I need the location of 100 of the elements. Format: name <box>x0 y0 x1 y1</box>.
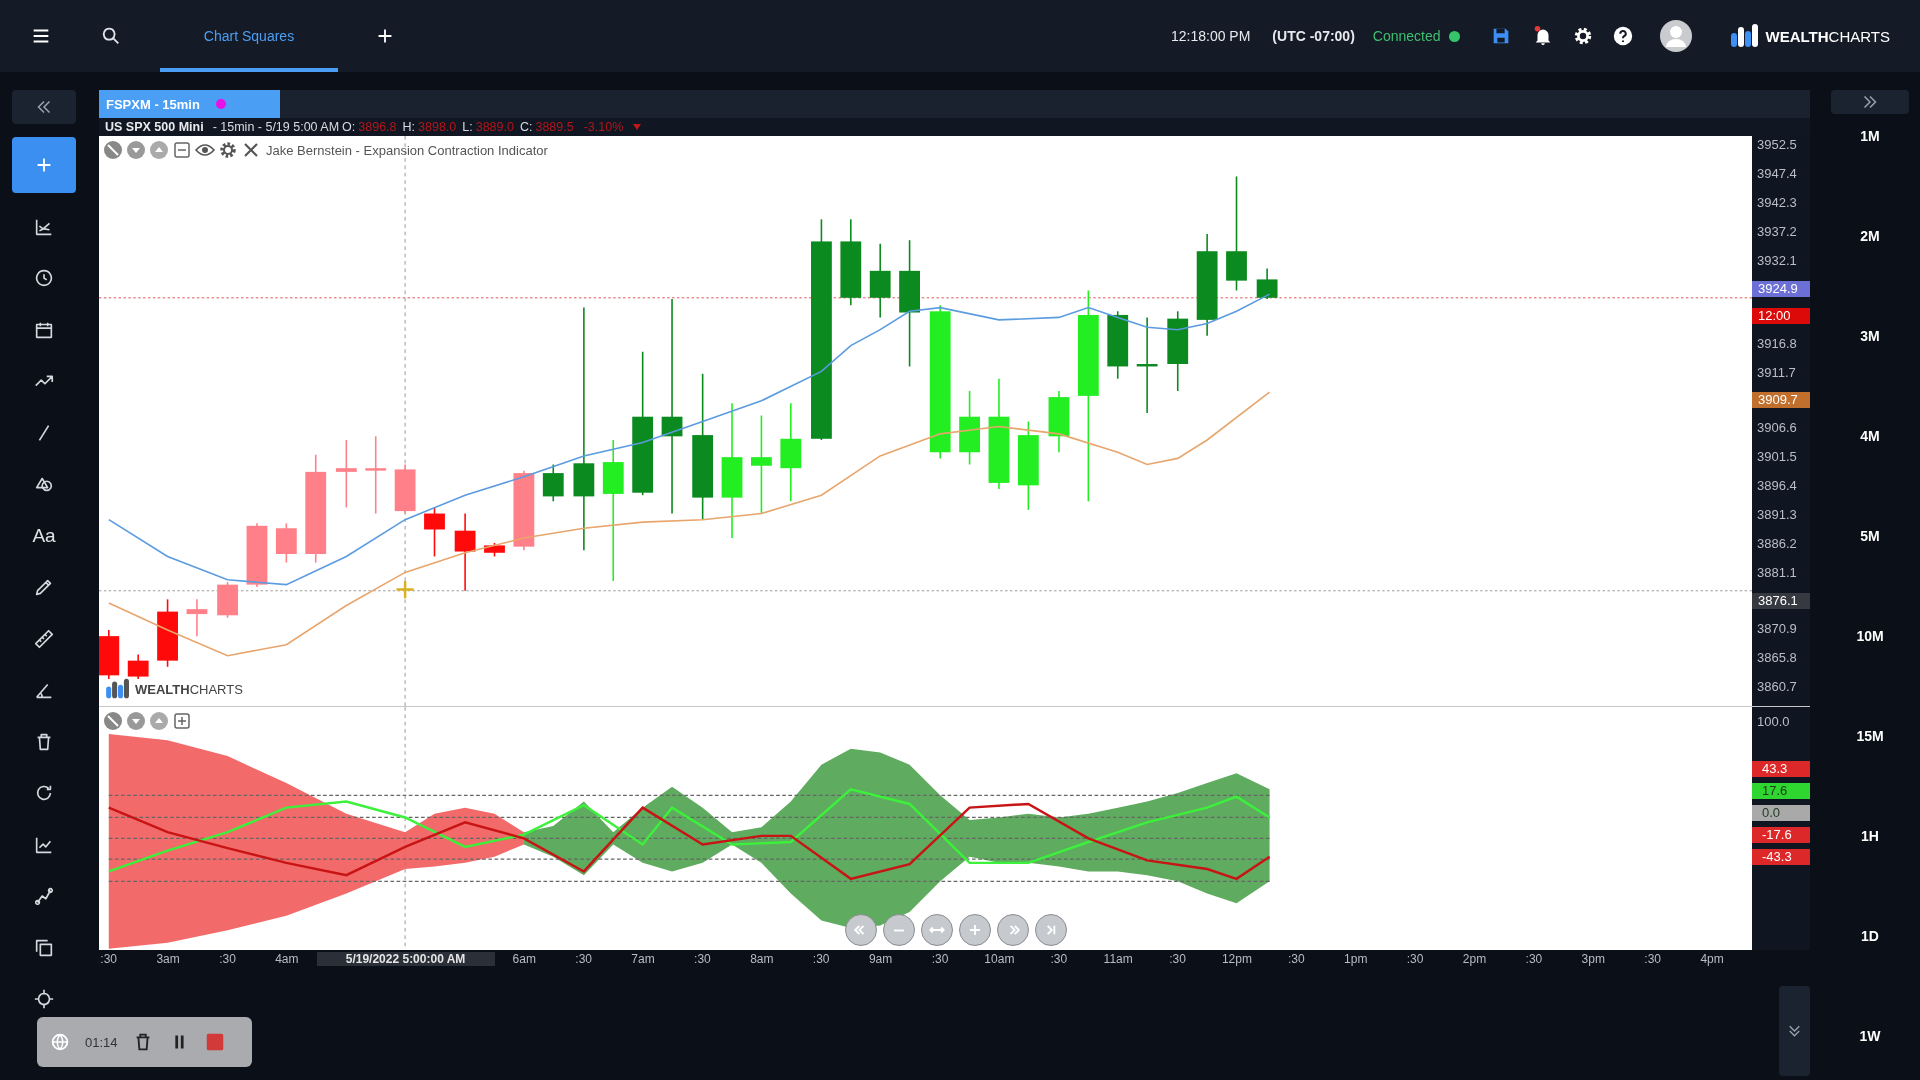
time-tick: 7am <box>630 952 656 966</box>
brand-name: WEALTHCHARTS <box>1765 27 1890 45</box>
price-tick: 3952.5 <box>1756 136 1798 154</box>
down-triangle-icon <box>632 123 643 131</box>
time-tick: :30 <box>218 952 237 966</box>
scroll-right-button[interactable] <box>997 914 1029 946</box>
collapse-button[interactable] <box>12 90 76 124</box>
candle <box>1048 390 1070 454</box>
time-tick: 4am <box>274 952 300 966</box>
ohlc-label: H: <box>402 120 416 134</box>
logo-icon <box>1729 23 1760 49</box>
time-tick: :30 <box>1643 952 1662 966</box>
timeframe-option[interactable]: 2M <box>1831 228 1909 328</box>
candle <box>186 598 208 637</box>
disable-button[interactable] <box>103 711 123 731</box>
timeframe-option[interactable]: 5M <box>1831 528 1909 628</box>
timeframe-option[interactable]: 1H <box>1831 828 1909 928</box>
symbol-name: US SPX 500 Mini <box>105 120 204 134</box>
move-down-button[interactable] <box>126 140 146 160</box>
price-tick: 3911.7 <box>1756 363 1797 382</box>
zoom-out-button[interactable] <box>883 914 915 946</box>
timeframe-option[interactable]: 1W <box>1831 1028 1909 1080</box>
timeframe-option[interactable]: 15M <box>1831 728 1909 828</box>
help-icon[interactable] <box>1611 25 1634 47</box>
symbol-tab-label: FSPXM - 15min <box>106 96 200 112</box>
fit-width-button[interactable] <box>921 914 953 946</box>
time-tick: 3pm <box>1580 952 1606 966</box>
candle <box>275 522 297 564</box>
time-tick: 8am <box>749 952 775 966</box>
zoom-in-button[interactable] <box>959 914 991 946</box>
price-tick: 3865.8 <box>1756 648 1798 667</box>
price-change: -3.10% <box>583 120 624 134</box>
ohlc-label: L: <box>462 120 473 134</box>
price-tag: 3876.1 <box>1752 593 1810 609</box>
price-tag: 3909.7 <box>1752 392 1810 409</box>
candle <box>246 522 268 588</box>
timeframe-option[interactable]: 10M <box>1831 628 1909 728</box>
settings-button[interactable] <box>218 140 238 160</box>
price-tick: 3891.3 <box>1756 506 1798 525</box>
time-tick: :30 <box>693 952 712 966</box>
candle <box>99 629 120 680</box>
jump-to-end-button[interactable] <box>1035 914 1067 946</box>
price-tick: 3947.4 <box>1756 164 1798 183</box>
timeframe-option[interactable]: 4M <box>1831 428 1909 528</box>
time-tick: 6am <box>511 952 537 966</box>
indicator-tag: 43.3 <box>1752 761 1810 777</box>
price-tick: 3860.7 <box>1756 677 1798 696</box>
indicator-name: Jake Bernstein - Expansion Contraction Indicator <box>266 142 548 158</box>
expand-panel-button[interactable] <box>1831 90 1909 114</box>
time-tick: 3am <box>155 952 181 966</box>
price-tick: 3896.4 <box>1756 477 1798 496</box>
candle <box>1256 267 1278 300</box>
ohlc-value: 3889.0 <box>475 120 514 134</box>
ohlc-label: O: <box>342 120 356 134</box>
ohlc-value: 3898.0 <box>418 120 457 134</box>
symbol-color-dot <box>215 99 226 109</box>
time-tick: 1pm <box>1343 952 1369 966</box>
candle <box>1107 310 1129 380</box>
timeframe-option[interactable]: 1D <box>1831 928 1909 1028</box>
search-icon[interactable] <box>100 25 122 47</box>
timezone: (UTC -07:00) <box>1272 28 1355 44</box>
indicator-tag: 17.6 <box>1752 783 1810 799</box>
candle <box>217 581 238 619</box>
clock-time: 12:18:00 PM <box>1170 28 1251 44</box>
indicator-tag: 0.0 <box>1752 805 1810 821</box>
crosshair-time-label: 5/19/2022 5:00:00 AM <box>316 952 495 966</box>
chart-tab[interactable]: Chart Squares <box>160 0 338 72</box>
time-tick: 2pm <box>1461 952 1488 966</box>
ruler-icon[interactable] <box>33 627 55 650</box>
text-tool[interactable]: Aa <box>32 524 56 547</box>
price-tick: 3916.8 <box>1756 334 1798 353</box>
time-tick: :30 <box>1524 952 1544 966</box>
price-tick: 3937.2 <box>1756 222 1798 241</box>
candle <box>424 506 445 558</box>
watermark-text: WEALTHCHARTS <box>135 681 243 697</box>
minus-icon <box>893 927 905 933</box>
time-tick: :30 <box>1168 952 1187 966</box>
candle <box>335 439 357 509</box>
time-tick: 11am <box>1102 952 1134 966</box>
time-tick: :30 <box>1049 952 1069 966</box>
candle <box>484 542 505 558</box>
price-tick: 3886.2 <box>1756 535 1798 554</box>
timeframe-option[interactable]: 3M <box>1831 328 1909 428</box>
price-tick: 3870.9 <box>1756 619 1798 638</box>
watermark-logo-icon <box>105 678 131 700</box>
disable-button[interactable] <box>103 140 123 160</box>
expand-button[interactable] <box>172 711 192 731</box>
crosshair-icon[interactable] <box>33 988 55 1011</box>
indicator-tick: 100.0 <box>1756 713 1791 731</box>
move-down-button[interactable] <box>126 711 146 731</box>
timeframe-option[interactable]: 1M <box>1831 128 1909 228</box>
node-chart-icon[interactable] <box>33 885 55 908</box>
time-tick: :30 <box>99 952 119 966</box>
avatar-icon[interactable] <box>1659 20 1692 52</box>
candle <box>127 653 149 680</box>
minimize-button[interactable] <box>172 140 192 160</box>
time-tick: 9am <box>867 952 894 966</box>
ohlc-value: 3889.5 <box>535 120 574 134</box>
time-tick: :30 <box>1287 952 1306 966</box>
ohlc-value: 3896.8 <box>358 120 397 134</box>
